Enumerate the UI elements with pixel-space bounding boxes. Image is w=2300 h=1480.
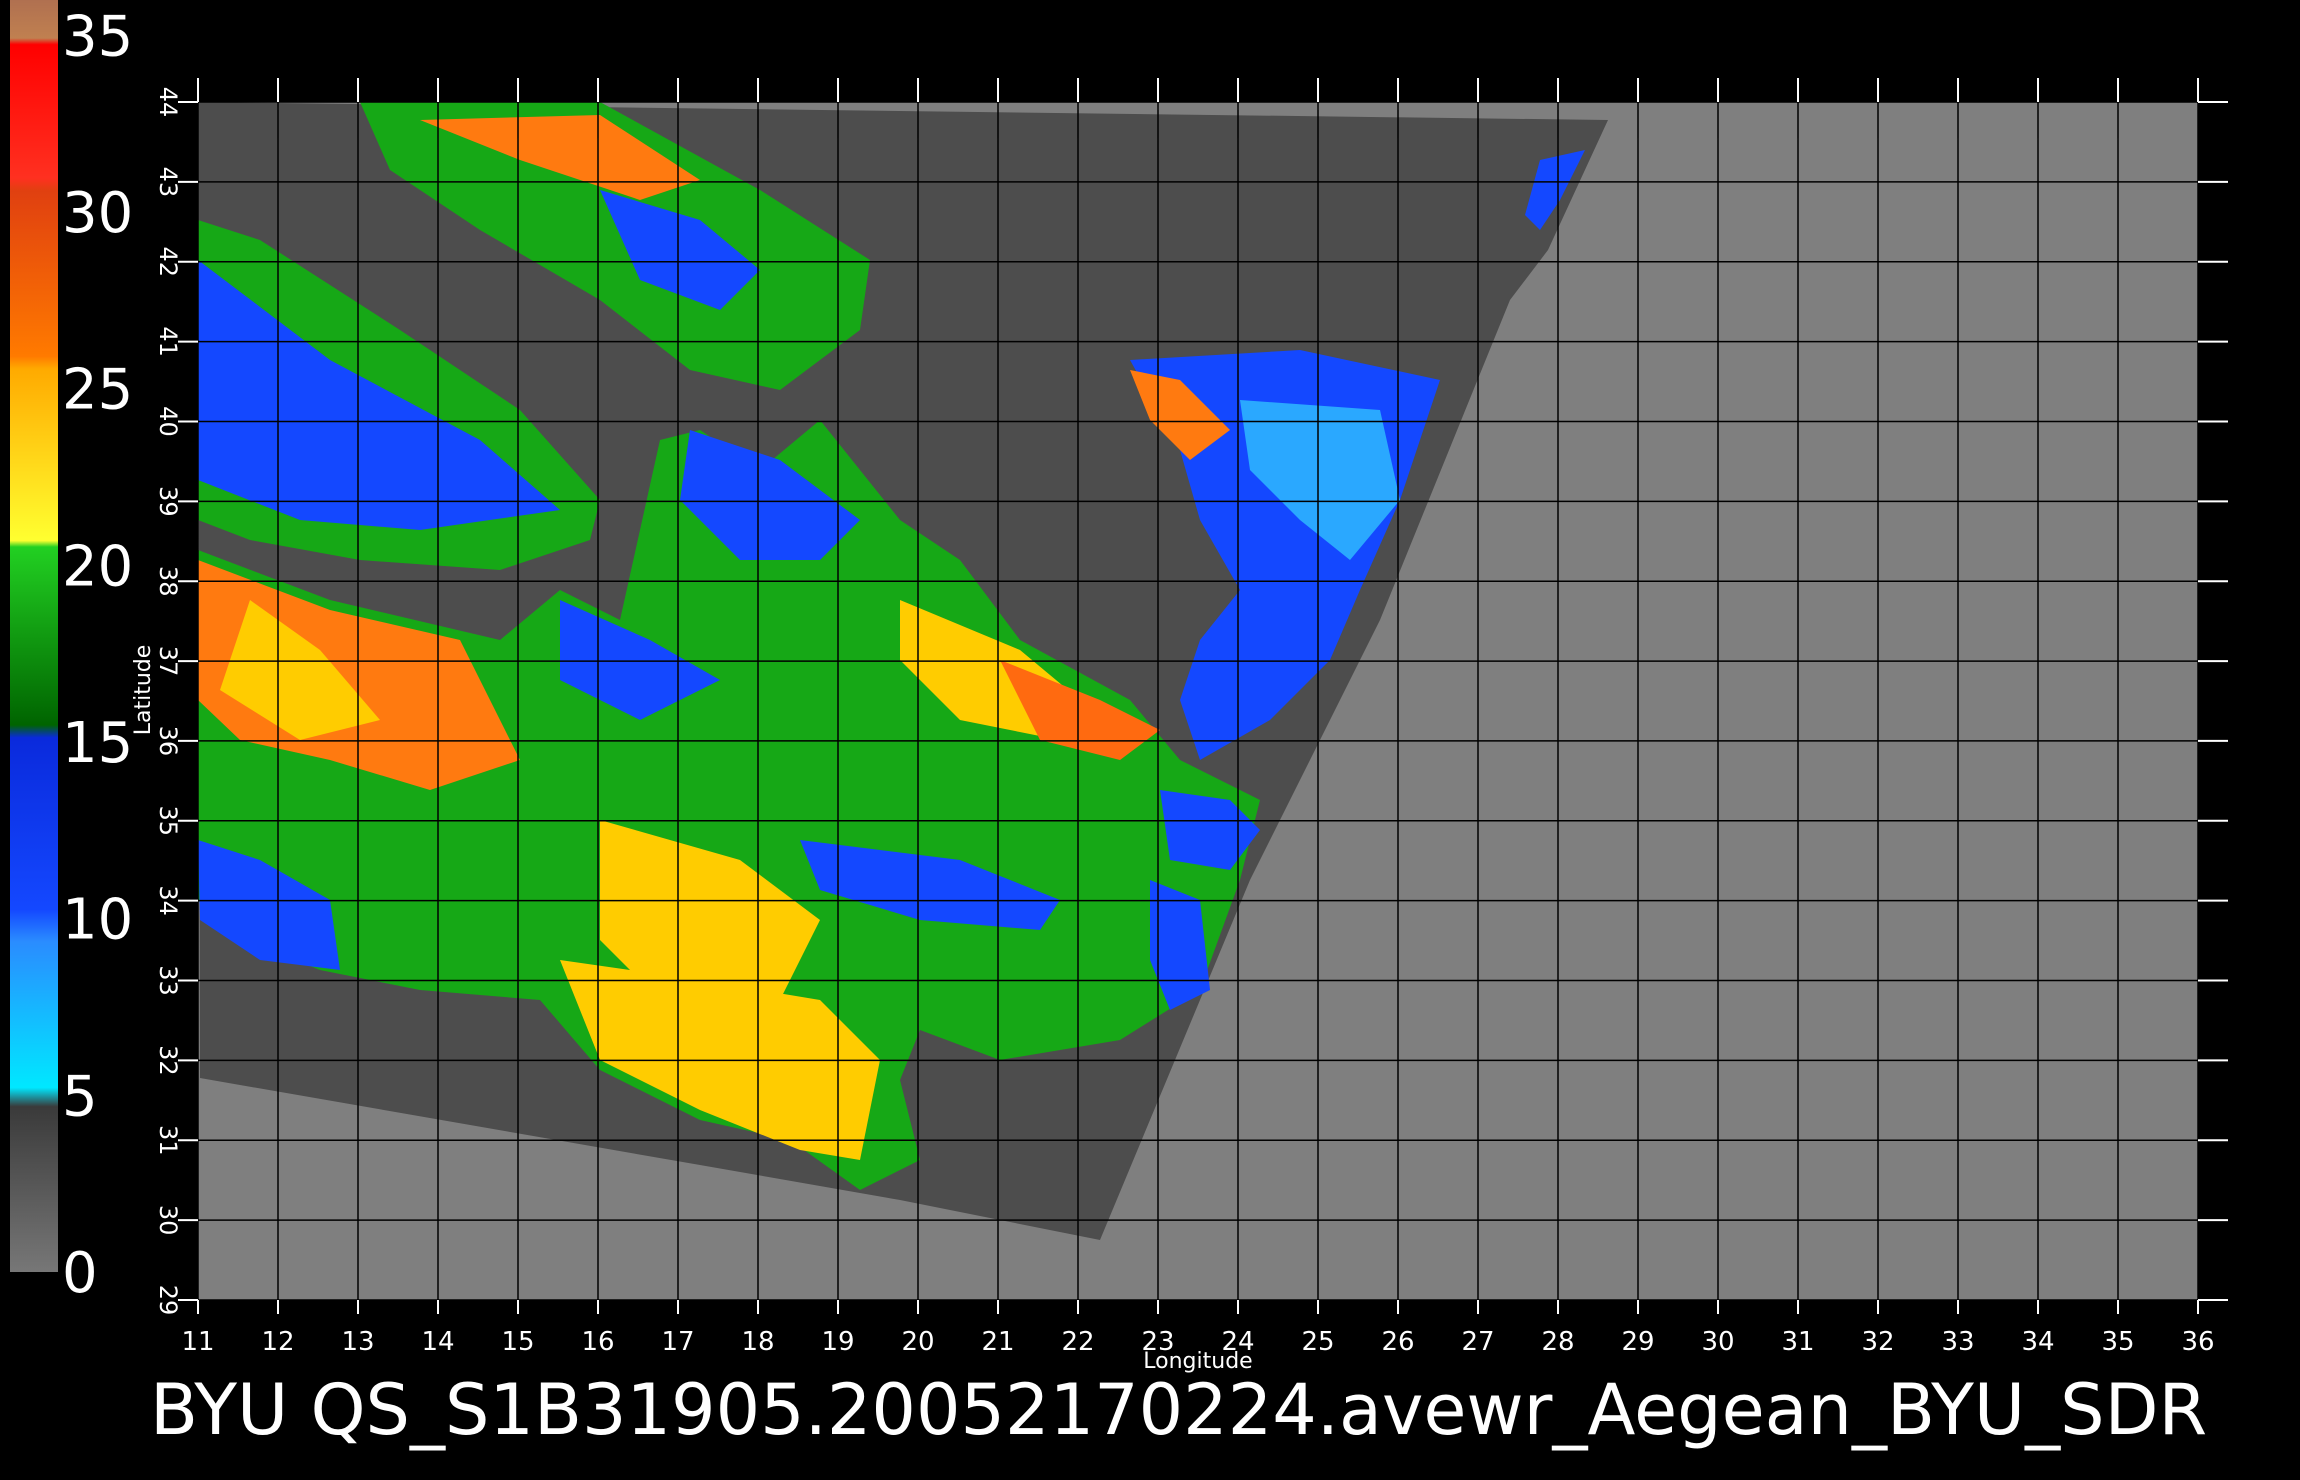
colorbar-label: 5 — [62, 1064, 98, 1129]
x-tick-label: 16 — [581, 1327, 614, 1357]
x-tick-label: 30 — [1701, 1327, 1734, 1357]
y-tick-label: 34 — [154, 885, 182, 916]
colorbar-label: 15 — [62, 711, 133, 776]
y-tick-label: 42 — [154, 246, 182, 277]
x-tick-label: 29 — [1621, 1327, 1654, 1357]
y-tick-label: 33 — [154, 965, 182, 996]
x-tick-label: 14 — [421, 1327, 454, 1357]
x-tick-label: 34 — [2021, 1327, 2054, 1357]
y-tick-label: 39 — [154, 486, 182, 517]
colorbar-label: 20 — [62, 534, 133, 599]
x-tick-label: 22 — [1061, 1327, 1094, 1357]
x-tick-label: 15 — [501, 1327, 534, 1357]
y-tick-label: 35 — [154, 806, 182, 837]
x-tick-label: 32 — [1861, 1327, 1894, 1357]
y-tick-label: 36 — [154, 726, 182, 757]
x-tick-label: 20 — [901, 1327, 934, 1357]
y-tick-label: 32 — [154, 1045, 182, 1076]
x-tick-label: 18 — [741, 1327, 774, 1357]
y-tick-label: 31 — [154, 1125, 182, 1156]
x-tick-label: 25 — [1301, 1327, 1334, 1357]
x-tick-label: 35 — [2101, 1327, 2134, 1357]
wind-speed-map: 35 30 25 20 15 10 5 0 11 12 13 14 15 16 17 18 1… — [10, 0, 2228, 1451]
x-tick-label: 21 — [981, 1327, 1014, 1357]
x-tick-label: 19 — [821, 1327, 854, 1357]
colorbar-label: 25 — [62, 358, 133, 423]
y-tick-label: 40 — [154, 406, 182, 437]
image-caption: BYU QS_S1B31905.20052170224.avewr_Aegean… — [150, 1369, 2207, 1451]
x-tick-label: 12 — [261, 1327, 294, 1357]
y-tick-label: 44 — [154, 87, 182, 118]
y-tick-label: 37 — [154, 646, 182, 677]
x-tick-label: 36 — [2181, 1327, 2214, 1357]
y-tick-label: 41 — [154, 326, 182, 357]
y-tick-label: 30 — [154, 1205, 182, 1236]
x-tick-label: 27 — [1461, 1327, 1494, 1357]
x-tick-label: 11 — [181, 1327, 214, 1357]
colorbar-label: 10 — [62, 888, 133, 953]
y-axis-title: Latitude — [131, 645, 156, 736]
y-tick-label: 29 — [154, 1285, 182, 1316]
colorbar-label: 35 — [62, 4, 133, 69]
x-tick-label: 28 — [1541, 1327, 1574, 1357]
colorbar-label: 30 — [62, 181, 133, 246]
x-tick-label: 26 — [1381, 1327, 1414, 1357]
plot-area — [198, 102, 2198, 1300]
y-tick-label: 38 — [154, 566, 182, 597]
x-tick-label: 17 — [661, 1327, 694, 1357]
colorbar-labels: 35 30 25 20 15 10 5 0 — [62, 4, 133, 1306]
x-tick-label: 13 — [341, 1327, 374, 1357]
y-tick-label: 43 — [154, 167, 182, 198]
x-tick-label: 33 — [1941, 1327, 1974, 1357]
colorbar — [10, 0, 58, 1272]
x-tick-label: 31 — [1781, 1327, 1814, 1357]
colorbar-label: 0 — [62, 1241, 98, 1306]
